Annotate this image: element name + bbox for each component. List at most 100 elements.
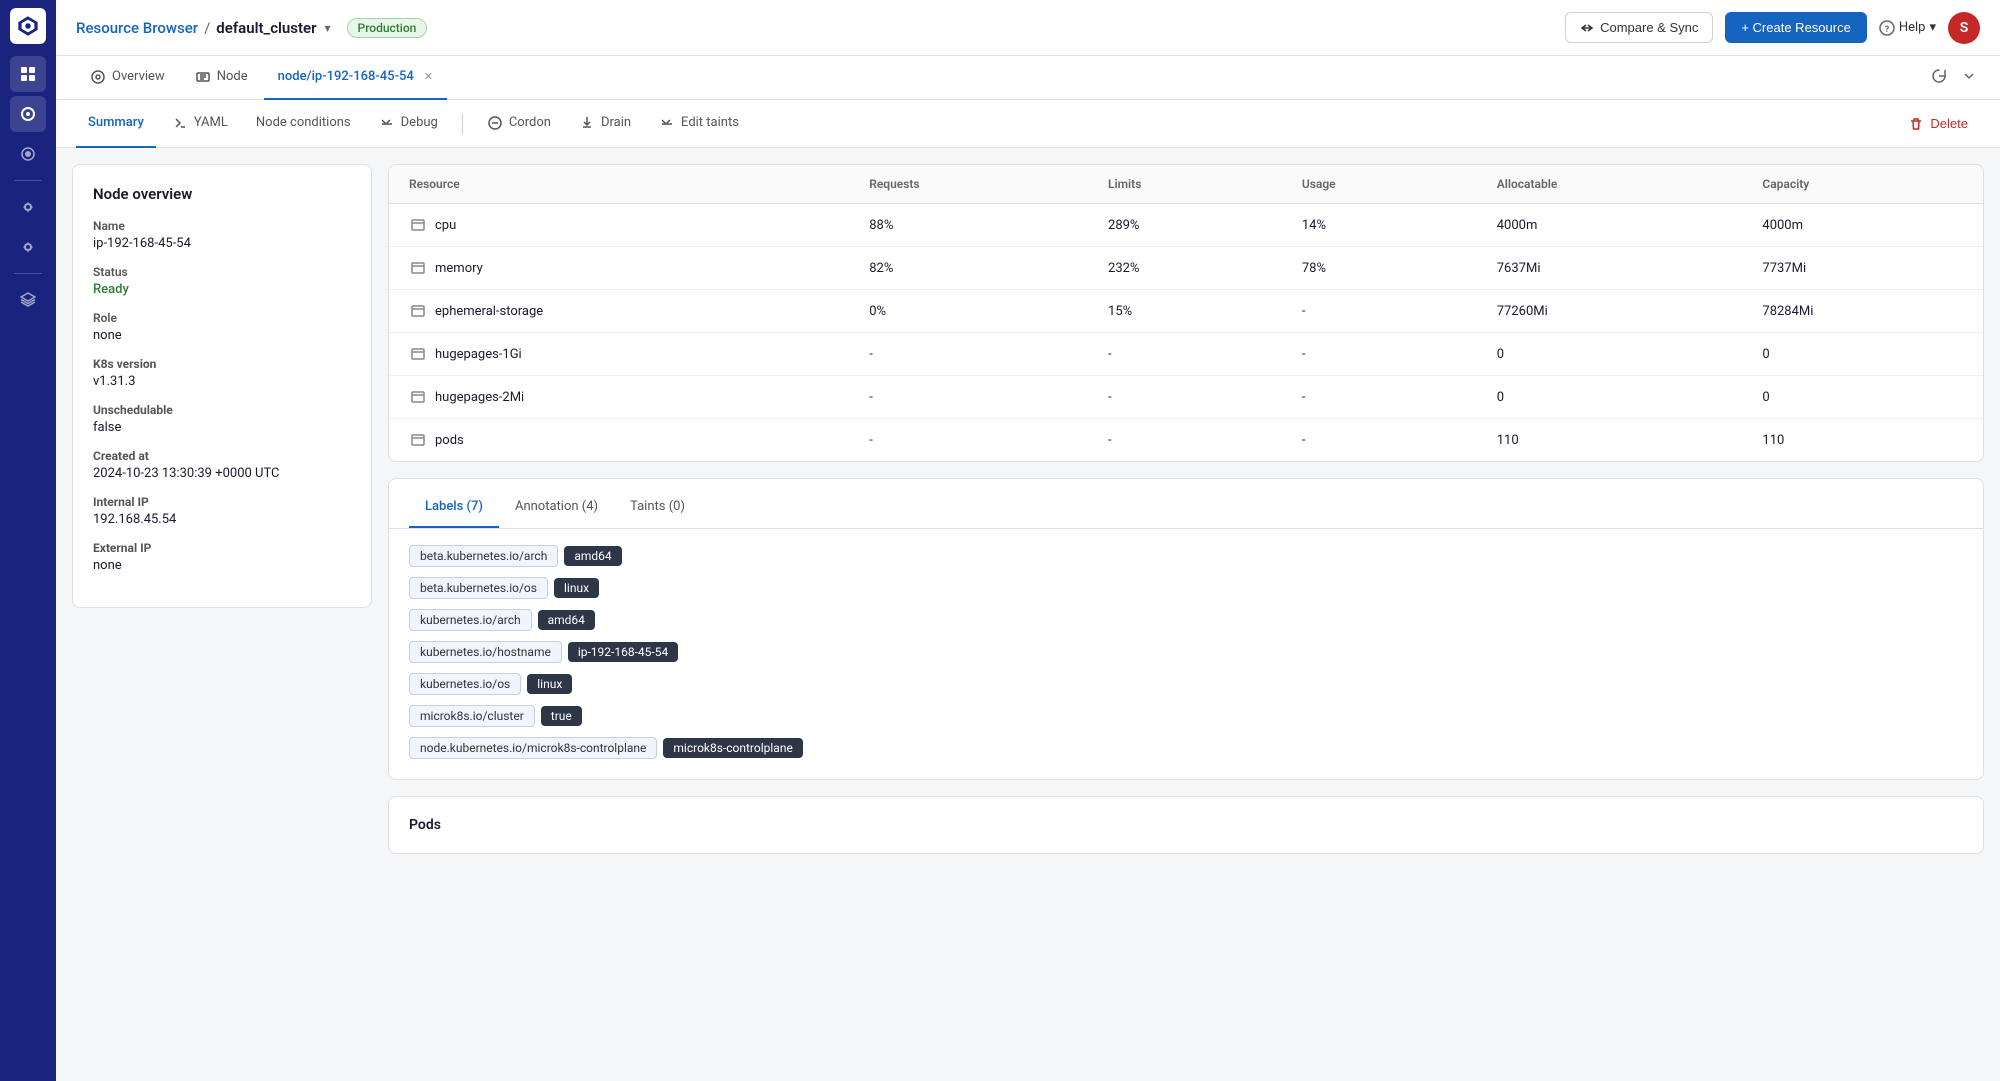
- environment-badge: Production: [347, 18, 428, 38]
- pods-title: Pods: [409, 817, 1963, 833]
- label-value: amd64: [564, 546, 621, 566]
- sidebar-item-network[interactable]: [10, 136, 46, 172]
- label-key: beta.kubernetes.io/os: [409, 577, 548, 599]
- subnav-drain[interactable]: Drain: [567, 100, 643, 148]
- subnav-yaml[interactable]: YAML: [160, 100, 240, 148]
- help-button[interactable]: ? Help ▾: [1879, 20, 1936, 36]
- table-row: ephemeral-storage 0% 15% - 77260Mi 78284…: [389, 290, 1983, 333]
- resource-icon: [409, 388, 427, 406]
- topbar-right: Compare & Sync + Create Resource ? Help …: [1565, 12, 1980, 44]
- create-resource-button[interactable]: + Create Resource: [1725, 12, 1866, 43]
- pods-card: Pods: [388, 796, 1984, 854]
- content-area: Node overview Name ip-192-168-45-54 Stat…: [56, 148, 2000, 1081]
- info-k8s-version: K8s version v1.31.3: [93, 357, 351, 389]
- table-row: cpu 88% 289% 14% 4000m 4000m: [389, 204, 1983, 247]
- node-icon: [195, 69, 211, 85]
- label-value: true: [541, 706, 582, 726]
- tab-close-icon[interactable]: ✕: [424, 70, 433, 83]
- cluster-name: default_cluster: [216, 19, 316, 37]
- topbar: Resource Browser / default_cluster ▾ Pro…: [56, 0, 2000, 56]
- label-key: kubernetes.io/arch: [409, 609, 532, 631]
- info-created-at: Created at 2024-10-23 13:30:39 +0000 UTC: [93, 449, 351, 481]
- subnav-edit-taints[interactable]: Edit taints: [647, 100, 751, 148]
- label-value: linux: [554, 578, 599, 598]
- table-row: pods - - - 110 110: [389, 419, 1983, 462]
- user-avatar[interactable]: S: [1948, 12, 1980, 44]
- info-name: Name ip-192-168-45-54: [93, 219, 351, 251]
- labels-card: Labels (7) Annotation (4) Taints (0) bet…: [388, 478, 1984, 780]
- node-overview-title: Node overview: [93, 185, 351, 203]
- cluster-chevron-icon[interactable]: ▾: [325, 21, 331, 35]
- col-usage: Usage: [1282, 165, 1477, 204]
- subnav-summary[interactable]: Summary: [76, 100, 156, 148]
- resource-icon: [409, 302, 427, 320]
- delete-button[interactable]: Delete: [1896, 110, 1980, 138]
- tabbar: Overview Node node/ip-192-168-45-54 ✕: [56, 56, 2000, 100]
- sidebar-item-layers[interactable]: [10, 282, 46, 318]
- label-row: kubernetes.io/hostname ip-192-168-45-54: [409, 641, 1963, 663]
- sidebar-logo[interactable]: [10, 8, 46, 44]
- table-row: hugepages-2Mi - - - 0 0: [389, 376, 1983, 419]
- label-value: linux: [527, 674, 572, 694]
- label-key: kubernetes.io/os: [409, 673, 521, 695]
- tab-taints[interactable]: Taints (0): [614, 499, 701, 528]
- subnav-right: Delete: [1896, 110, 1980, 138]
- label-key: beta.kubernetes.io/arch: [409, 545, 558, 567]
- col-capacity: Capacity: [1742, 165, 1983, 204]
- resource-icon: [409, 345, 427, 363]
- col-limits: Limits: [1088, 165, 1282, 204]
- svg-text:?: ?: [1885, 25, 1890, 35]
- label-row: kubernetes.io/arch amd64: [409, 609, 1963, 631]
- tab-refresh-icon[interactable]: [1928, 65, 1950, 91]
- sidebar: [0, 0, 56, 1081]
- labels-grid: beta.kubernetes.io/arch amd64 beta.kuber…: [409, 545, 1963, 759]
- table-row: hugepages-1Gi - - - 0 0: [389, 333, 1983, 376]
- label-key: kubernetes.io/hostname: [409, 641, 562, 663]
- sidebar-divider-2: [14, 273, 42, 274]
- resource-icon: [409, 259, 427, 277]
- col-resource: Resource: [389, 165, 849, 204]
- label-row: node.kubernetes.io/microk8s-controlplane…: [409, 737, 1963, 759]
- breadcrumb-resource-browser[interactable]: Resource Browser: [76, 19, 198, 37]
- sidebar-item-dashboard[interactable]: [10, 56, 46, 92]
- label-value: microk8s-controlplane: [663, 738, 802, 758]
- compare-sync-button[interactable]: Compare & Sync: [1565, 12, 1713, 43]
- sidebar-divider: [14, 180, 42, 181]
- resource-icon: [409, 431, 427, 449]
- tab-labels[interactable]: Labels (7): [409, 499, 499, 528]
- table-row: memory 82% 232% 78% 7637Mi 7737Mi: [389, 247, 1983, 290]
- label-key: node.kubernetes.io/microk8s-controlplane: [409, 737, 657, 759]
- tab-node[interactable]: Node: [181, 56, 262, 100]
- subnav-cordon[interactable]: Cordon: [475, 100, 563, 148]
- tab-node-ip[interactable]: node/ip-192-168-45-54 ✕: [264, 56, 447, 100]
- debug-icon: [379, 115, 395, 131]
- tab-annotations[interactable]: Annotation (4): [499, 499, 614, 528]
- node-overview-panel: Node overview Name ip-192-168-45-54 Stat…: [72, 164, 372, 608]
- subnav-debug[interactable]: Debug: [367, 100, 450, 148]
- sidebar-item-settings[interactable]: [10, 189, 46, 225]
- delete-icon: [1908, 116, 1924, 132]
- resource-table: Resource Requests Limits Usage Allocatab…: [389, 165, 1983, 461]
- col-requests: Requests: [849, 165, 1088, 204]
- overview-icon: [90, 69, 106, 85]
- right-panel: Resource Requests Limits Usage Allocatab…: [388, 164, 1984, 1065]
- label-row: microk8s.io/cluster true: [409, 705, 1963, 727]
- drain-icon: [579, 115, 595, 131]
- sidebar-item-resources[interactable]: [10, 96, 46, 132]
- tab-actions: [1928, 65, 1980, 91]
- subnav-node-conditions[interactable]: Node conditions: [244, 100, 363, 148]
- tab-overview[interactable]: Overview: [76, 56, 179, 100]
- label-key: microk8s.io/cluster: [409, 705, 535, 727]
- label-row: beta.kubernetes.io/arch amd64: [409, 545, 1963, 567]
- label-value: ip-192-168-45-54: [568, 642, 678, 662]
- info-status: Status Ready: [93, 265, 351, 297]
- sidebar-item-settings2[interactable]: [10, 229, 46, 265]
- col-allocatable: Allocatable: [1477, 165, 1743, 204]
- tab-chevron-icon[interactable]: [1958, 65, 1980, 91]
- info-role: Role none: [93, 311, 351, 343]
- label-row: beta.kubernetes.io/os linux: [409, 577, 1963, 599]
- info-unschedulable: Unschedulable false: [93, 403, 351, 435]
- info-internal-ip: Internal IP 192.168.45.54: [93, 495, 351, 527]
- subnav-divider: [462, 114, 463, 134]
- resource-table-card: Resource Requests Limits Usage Allocatab…: [388, 164, 1984, 462]
